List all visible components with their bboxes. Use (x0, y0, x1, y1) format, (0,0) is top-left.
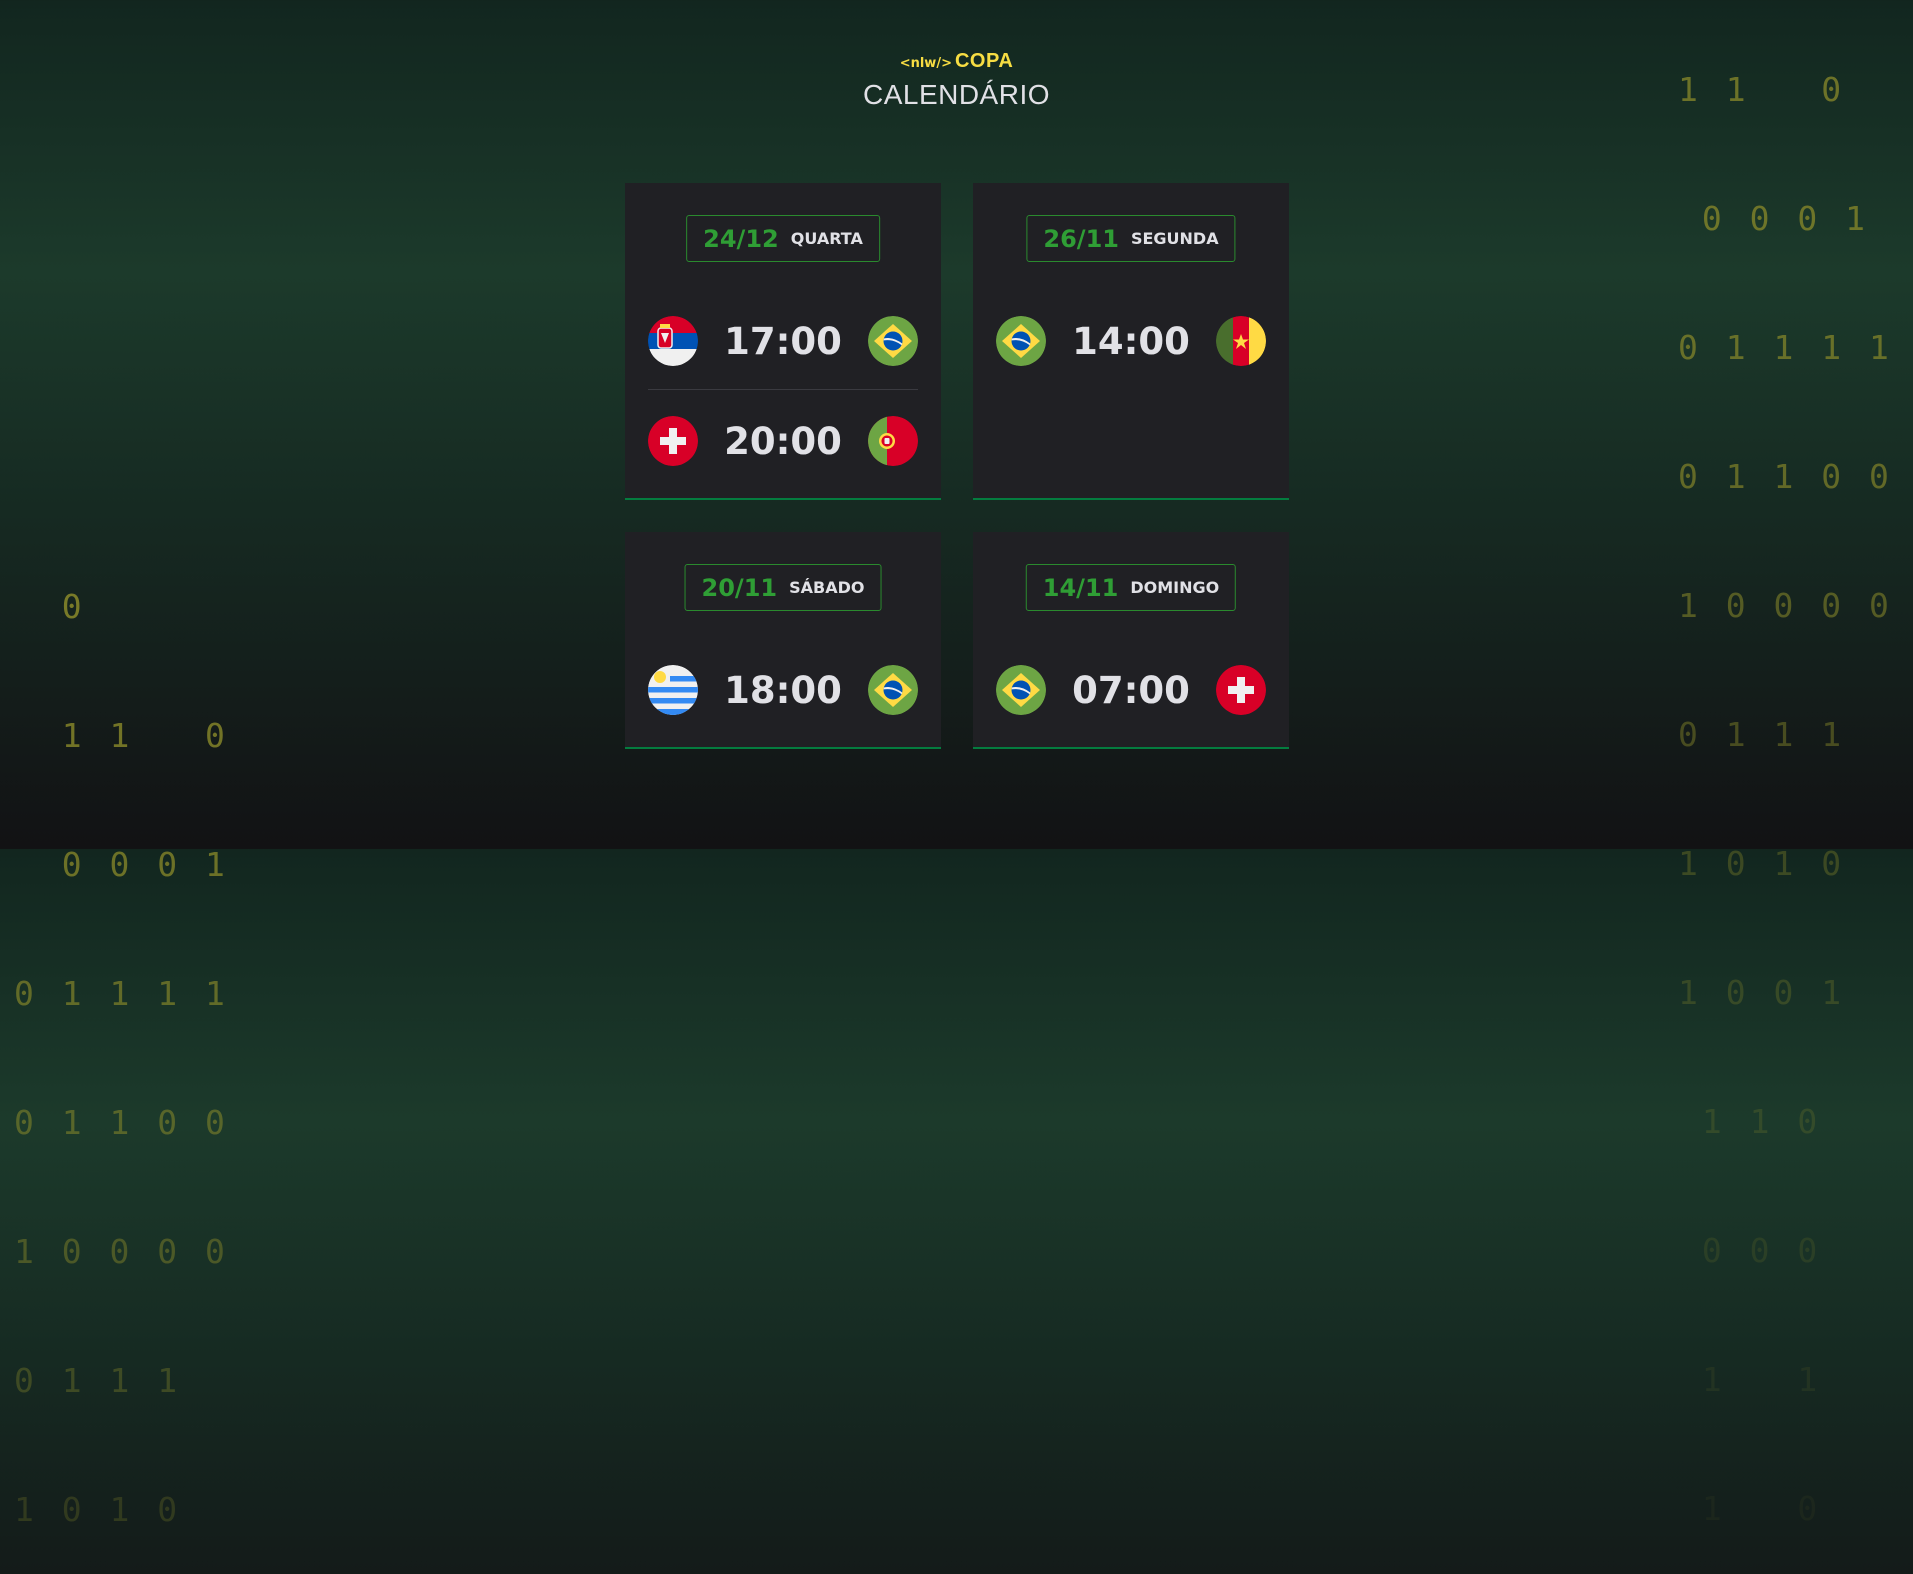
binary-row: 0 0 0 (1678, 1231, 1822, 1270)
logo-tag: <nlw/> (899, 56, 952, 71)
binary-row: 1 1 (1678, 1360, 1822, 1399)
match-date: 20/11 (701, 573, 778, 602)
match-time: 07:00 (1072, 668, 1190, 712)
binary-row: 0 (14, 587, 86, 626)
match-row: 14:00 (996, 315, 1266, 367)
match-date: 14/11 (1042, 573, 1119, 602)
binary-row: 0 1 1 1 1 (14, 974, 229, 1013)
binary-row: 1 1 0 (1678, 1102, 1822, 1141)
binary-decoration-right: 1 1 0 0 0 0 1 0 1 1 1 1 0 1 1 0 0 1 0 0 … (1678, 0, 1893, 1573)
date-badge: 26/11 SEGUNDA (1026, 215, 1236, 262)
date-badge: 20/11 SÁBADO (684, 564, 882, 611)
match-day-card: 26/11 SEGUNDA 14:00 (973, 183, 1289, 500)
portugal-flag-icon (868, 416, 918, 466)
match-row: 18:00 (648, 664, 918, 716)
brazil-flag-icon (868, 316, 918, 366)
date-badge: 24/12 QUARTA (686, 215, 880, 262)
brazil-flag-icon (868, 665, 918, 715)
binary-row: 1 0 1 0 (1678, 844, 1846, 883)
match-time: 17:00 (724, 319, 842, 363)
match-day-card: 14/11 DOMINGO 07:00 (973, 532, 1289, 749)
binary-row: 1 0 0 0 0 (1678, 586, 1893, 625)
match-weekday: DOMINGO (1130, 578, 1220, 597)
page-title: CALENDÁRIO (862, 79, 1051, 110)
binary-row: 0 0 0 1 (1678, 199, 1869, 238)
logo-name: COPA (954, 50, 1014, 72)
match-row: 17:00 (648, 315, 918, 367)
cameroon-flag-icon (1216, 316, 1266, 366)
binary-row: 1 1 0 (14, 716, 229, 755)
match-time: 14:00 (1072, 319, 1190, 363)
match-date: 26/11 (1043, 224, 1119, 253)
binary-row: 0 0 0 1 (14, 845, 229, 884)
binary-row: 0 1 1 1 1 (1678, 328, 1893, 367)
match-date: 24/12 (703, 224, 779, 253)
match-divider (648, 389, 918, 390)
nlw-copa-logo: <nlw/> COPA (900, 50, 1014, 73)
switzerland-flag-icon (648, 416, 698, 466)
binary-row: 1 0 0 0 0 (14, 1232, 229, 1271)
binary-decoration-left: 0 1 1 0 0 0 0 1 0 1 1 1 1 0 1 1 0 0 1 0 … (14, 499, 229, 1574)
match-weekday: QUARTA (790, 229, 863, 248)
binary-row: 0 1 1 1 (14, 1361, 182, 1400)
binary-row: 1 0 1 0 (14, 1490, 182, 1529)
match-time: 18:00 (724, 668, 842, 712)
match-weekday: SEGUNDA (1130, 229, 1219, 248)
match-time: 20:00 (724, 419, 842, 463)
uruguay-flag-icon (648, 665, 698, 715)
brazil-flag-icon (996, 665, 1046, 715)
match-row: 20:00 (648, 415, 918, 467)
binary-row: 0 1 1 0 0 (1678, 457, 1893, 496)
binary-row: 0 1 1 1 (1678, 715, 1846, 754)
serbia-flag-icon (648, 316, 698, 366)
match-day-card: 20/11 SÁBADO 18:00 (625, 532, 941, 749)
switzerland-flag-icon (1216, 665, 1266, 715)
match-weekday: SÁBADO (789, 578, 865, 597)
date-badge: 14/11 DOMINGO (1025, 564, 1237, 611)
binary-row: 0 1 1 0 0 (14, 1103, 229, 1142)
match-row: 07:00 (996, 664, 1266, 716)
binary-row: 1 0 0 1 (1678, 973, 1846, 1012)
binary-row: 1 0 (1678, 1489, 1822, 1528)
page-header: <nlw/> COPA CALENDÁRIO (0, 50, 1913, 111)
brazil-flag-icon (996, 316, 1046, 366)
match-day-card: 24/12 QUARTA 17:00 20:00 (625, 183, 941, 500)
